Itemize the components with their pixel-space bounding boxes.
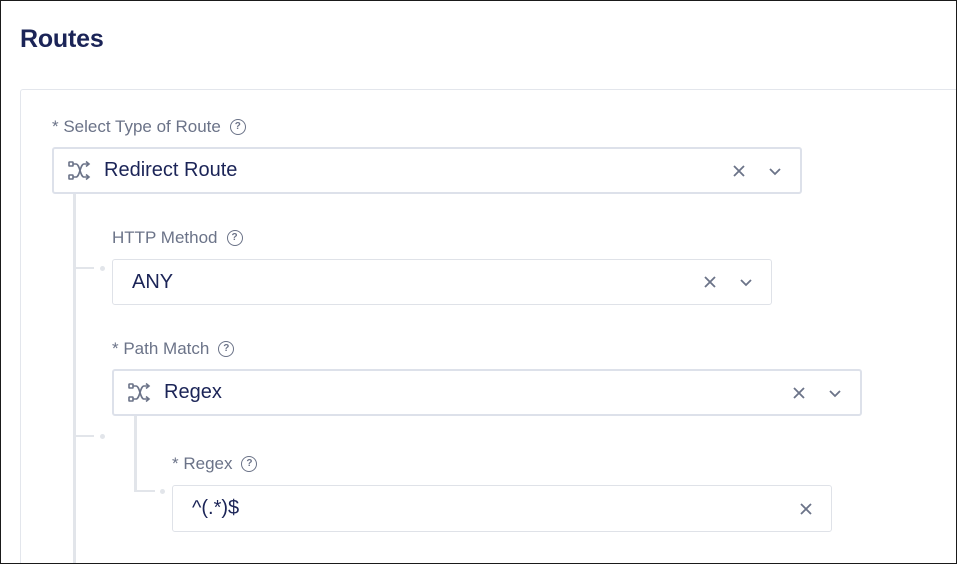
http-method-label: HTTP Method ? <box>112 228 243 248</box>
tree-line-path-child <box>134 416 137 492</box>
tree-dot-http <box>100 266 105 271</box>
route-type-label-text: * Select Type of Route <box>52 117 221 136</box>
route-split-icon <box>68 160 91 180</box>
routes-window: Routes * Select Type of Route ? Redirect… <box>0 0 957 564</box>
tree-dot-path <box>100 434 105 439</box>
route-type-select[interactable]: Redirect Route <box>52 147 802 194</box>
tree-branch-regex <box>137 490 155 492</box>
chevron-down-icon[interactable] <box>768 166 782 176</box>
clear-icon[interactable] <box>799 502 813 516</box>
http-method-label-text: HTTP Method <box>112 228 218 247</box>
clear-icon[interactable] <box>703 275 717 289</box>
path-match-value: Regex <box>164 381 222 403</box>
tree-branch-path <box>76 435 94 437</box>
page-title: Routes <box>20 25 104 53</box>
regex-value: ^(.*)$ <box>192 497 240 519</box>
clear-icon[interactable] <box>792 386 806 400</box>
help-icon[interactable]: ? <box>241 456 258 472</box>
route-type-value: Redirect Route <box>104 159 238 181</box>
path-match-label-text: * Path Match <box>112 339 210 358</box>
path-match-label: * Path Match ? <box>112 339 235 359</box>
http-method-value: ANY <box>132 270 174 293</box>
regex-input[interactable]: ^(.*)$ <box>172 485 832 532</box>
help-icon[interactable]: ? <box>226 230 243 246</box>
regex-label: * Regex ? <box>172 454 258 474</box>
path-match-select[interactable]: Regex <box>112 369 862 416</box>
chevron-down-icon[interactable] <box>828 388 842 398</box>
tree-line-main <box>73 194 76 563</box>
help-icon[interactable]: ? <box>218 341 235 357</box>
help-icon[interactable]: ? <box>229 119 246 135</box>
tree-dot-regex <box>160 489 165 494</box>
clear-icon[interactable] <box>732 164 746 178</box>
http-method-select[interactable]: ANY <box>112 259 772 305</box>
route-split-icon <box>128 382 151 402</box>
chevron-down-icon[interactable] <box>739 277 753 287</box>
tree-branch-http <box>76 267 94 269</box>
regex-label-text: * Regex <box>172 454 233 473</box>
route-type-label: * Select Type of Route ? <box>52 117 246 137</box>
